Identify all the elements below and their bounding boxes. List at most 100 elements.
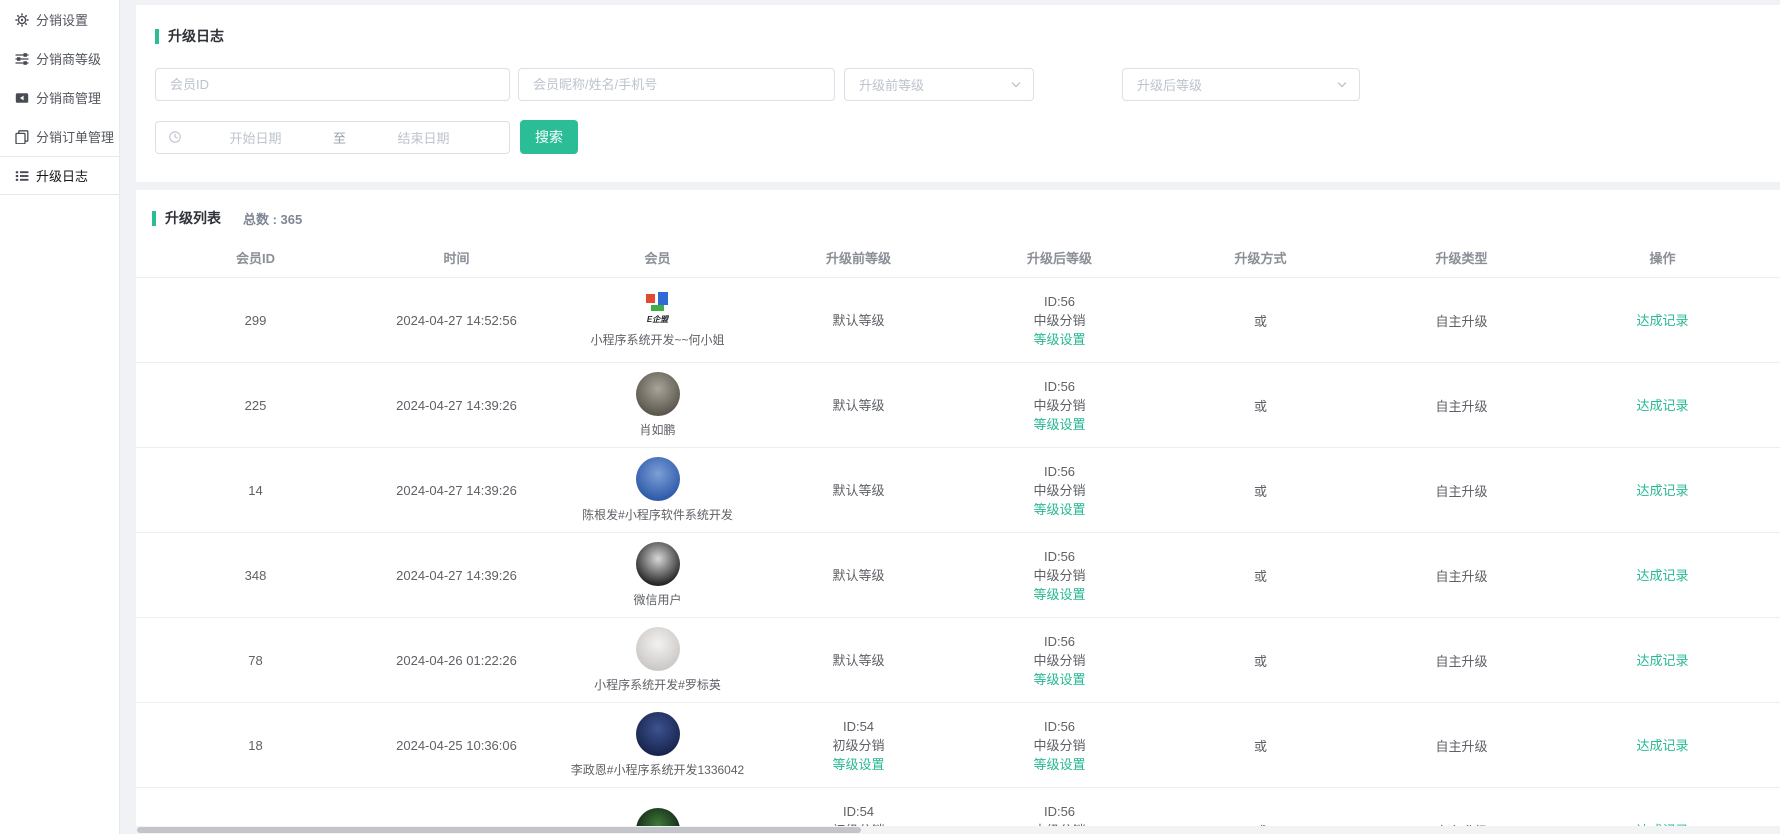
level-name: 默认等级 [758, 566, 959, 585]
upgrade-type-cell: 自主升级 [1361, 311, 1562, 330]
level-settings-link[interactable]: 等级设置 [959, 330, 1160, 349]
title-accent-bar [155, 29, 159, 44]
sidebar-item-分销订单管理[interactable]: 分销订单管理 [0, 117, 119, 156]
achievement-record-link[interactable]: 达成记录 [1562, 311, 1763, 330]
upgrade-method-cell: 或 [1160, 311, 1361, 330]
upgrade-type-cell: 自主升级 [1361, 566, 1562, 585]
level-name: 中级分销 [959, 396, 1160, 415]
pre-level-cell: 默认等级 [758, 396, 959, 415]
achievement-record-link[interactable]: 达成记录 [1562, 566, 1763, 585]
avatar [636, 457, 680, 501]
horizontal-scrollbar [136, 826, 1780, 834]
level-name: 默认等级 [758, 311, 959, 330]
upgrade-list-card: 升级列表 总数 : 365 会员ID 时间 会员 升级前等级 升级后等级 升级方… [136, 190, 1780, 834]
action-cell: 达成记录 [1562, 311, 1763, 330]
member-cell: 肖如鹏 [557, 372, 758, 438]
avatar [636, 627, 680, 671]
member-cell: 陈根发#小程序软件系统开发 [557, 457, 758, 523]
table-row: 78 2024-04-26 01:22:26 小程序系统开发#罗标英 默认等级 … [136, 618, 1780, 703]
level-name: 初级分销 [758, 736, 959, 755]
sidebar-item-label: 分销订单管理 [36, 127, 114, 146]
member-name: 李政恩#小程序系统开发1336042 [571, 761, 744, 778]
member-name: 陈根发#小程序软件系统开发 [582, 506, 733, 523]
total-count: 总数 : 365 [243, 209, 302, 228]
column-header: 会员ID [155, 248, 356, 267]
level-id: ID:56 [1044, 379, 1075, 394]
pre-level-select[interactable]: 升级前等级 [844, 68, 1034, 101]
member-id-cell: 348 [155, 568, 356, 583]
level-name: 中级分销 [959, 651, 1160, 670]
start-date-placeholder[interactable]: 开始日期 [182, 128, 329, 147]
achievement-record-link[interactable]: 达成记录 [1562, 651, 1763, 670]
post-level-cell: ID:56 中级分销 等级设置 [959, 377, 1160, 434]
member-name-input[interactable] [518, 68, 835, 101]
sidebar-item-分销设置[interactable]: 分销设置 [0, 0, 119, 39]
level-settings-link[interactable]: 等级设置 [758, 755, 959, 774]
level-settings-link[interactable]: 等级设置 [959, 415, 1160, 434]
title-accent-bar [152, 211, 156, 226]
pre-level-cell: 默认等级 [758, 481, 959, 500]
column-header: 升级方式 [1160, 248, 1361, 267]
column-header: 升级前等级 [758, 248, 959, 267]
upgrade-method-cell: 或 [1160, 566, 1361, 585]
upgrade-type-cell: 自主升级 [1361, 396, 1562, 415]
level-id: ID:56 [1044, 549, 1075, 564]
table-row: 348 2024-04-27 14:39:26 微信用户 默认等级 ID:56 … [136, 533, 1780, 618]
level-settings-link[interactable]: 等级设置 [959, 500, 1160, 519]
action-cell: 达成记录 [1562, 481, 1763, 500]
table-row: 14 2024-04-27 14:39:26 陈根发#小程序软件系统开发 默认等… [136, 448, 1780, 533]
sidebar-item-label: 分销设置 [36, 10, 88, 29]
avatar [636, 372, 680, 416]
level-id: ID:56 [1044, 464, 1075, 479]
level-settings-link[interactable]: 等级设置 [959, 670, 1160, 689]
chevron-down-icon [1011, 80, 1021, 90]
achievement-record-link[interactable]: 达成记录 [1562, 736, 1763, 755]
member-id-cell: 299 [155, 313, 356, 328]
time-cell: 2024-04-27 14:39:26 [356, 398, 557, 413]
action-cell: 达成记录 [1562, 566, 1763, 585]
level-name: 默认等级 [758, 651, 959, 670]
upgrade-type-cell: 自主升级 [1361, 651, 1562, 670]
page-title: 升级日志 [168, 26, 224, 46]
sidebar-item-分销商管理[interactable]: 分销商管理 [0, 78, 119, 117]
member-name: 小程序系统开发#罗标英 [594, 676, 721, 693]
clock-icon [168, 130, 182, 144]
member-cell: E企盟 小程序系统开发~~何小姐 [557, 292, 758, 348]
post-level-cell: ID:56 中级分销 等级设置 [959, 717, 1160, 774]
level-name: 中级分销 [959, 481, 1160, 500]
achievement-record-link[interactable]: 达成记录 [1562, 396, 1763, 415]
avatar: E企盟 [643, 292, 673, 326]
achievement-record-link[interactable]: 达成记录 [1562, 481, 1763, 500]
table-body: 299 2024-04-27 14:52:56 E企盟 小程序系统开发~~何小姐… [136, 278, 1780, 834]
post-level-select[interactable]: 升级后等级 [1122, 68, 1360, 101]
member-id-input[interactable] [155, 68, 510, 101]
upgrade-type-cell: 自主升级 [1361, 736, 1562, 755]
member-cell: 小程序系统开发#罗标英 [557, 627, 758, 693]
member-name: 微信用户 [633, 591, 681, 608]
level-id: ID:56 [1044, 294, 1075, 309]
member-name: 小程序系统开发~~何小姐 [590, 331, 724, 348]
action-cell: 达成记录 [1562, 396, 1763, 415]
sidebar-item-分销商等级[interactable]: 分销商等级 [0, 39, 119, 78]
copy-icon [15, 130, 29, 144]
level-name: 默认等级 [758, 481, 959, 500]
upgrade-method-cell: 或 [1160, 481, 1361, 500]
search-button[interactable]: 搜索 [520, 120, 578, 154]
time-cell: 2024-04-27 14:39:26 [356, 483, 557, 498]
date-range-picker[interactable]: 开始日期 至 结束日期 [155, 121, 510, 154]
sidebar-item-label: 升级日志 [36, 166, 88, 185]
column-header: 升级类型 [1361, 248, 1562, 267]
sidebar-nav: 分销设置 分销商等级 分销商管理 分销订单管理 升级日志 [0, 0, 119, 195]
sidebar-item-升级日志[interactable]: 升级日志 [0, 156, 119, 195]
scrollbar-thumb[interactable] [137, 827, 861, 833]
level-id: ID:56 [1044, 634, 1075, 649]
upgrade-method-cell: 或 [1160, 651, 1361, 670]
level-settings-link[interactable]: 等级设置 [959, 585, 1160, 604]
end-date-placeholder[interactable]: 结束日期 [350, 128, 497, 147]
gear-icon [15, 13, 29, 27]
sidebar-item-label: 分销商管理 [36, 88, 101, 107]
upgrade-type-cell: 自主升级 [1361, 481, 1562, 500]
level-settings-link[interactable]: 等级设置 [959, 755, 1160, 774]
time-cell: 2024-04-25 10:36:06 [356, 738, 557, 753]
pre-level-cell: ID:54 初级分销 等级设置 [758, 717, 959, 774]
